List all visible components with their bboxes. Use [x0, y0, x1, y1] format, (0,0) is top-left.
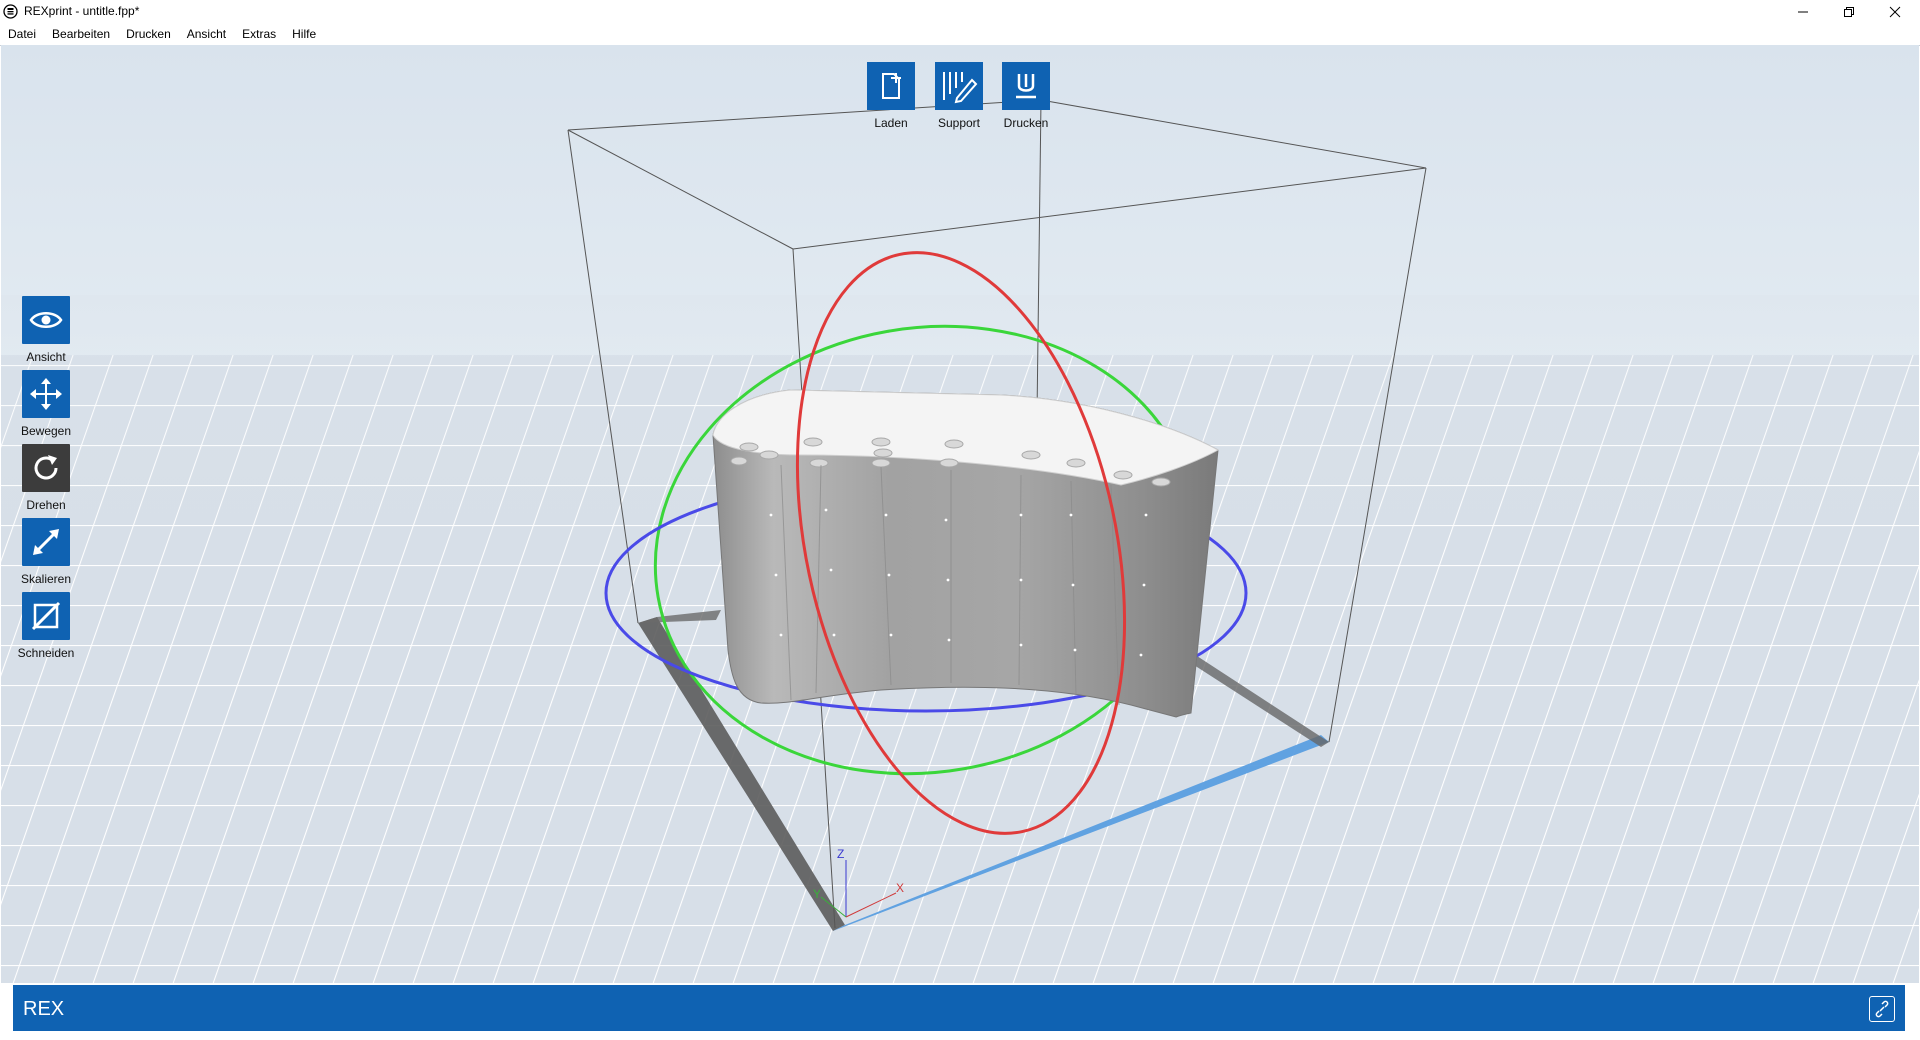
scale-button[interactable] — [22, 518, 70, 566]
link-button[interactable] — [1869, 996, 1895, 1022]
menu-extras[interactable]: Extras — [234, 27, 284, 41]
minimize-button[interactable] — [1780, 0, 1826, 23]
scene-canvas[interactable]: Z X Y — [1, 45, 1919, 983]
cut-label: Schneiden — [17, 646, 75, 660]
scale-label: Skalieren — [20, 572, 72, 586]
support-edit-icon — [943, 72, 978, 104]
rotate-tool[interactable]: Drehen — [15, 444, 77, 512]
restore-button[interactable] — [1826, 0, 1872, 23]
print-nozzle-icon — [1016, 74, 1036, 99]
view-tool[interactable]: Ansicht — [15, 296, 77, 364]
rotate-button[interactable] — [22, 444, 70, 492]
3d-viewport[interactable]: Z X Y Laden Support Drucken Ansicht Bewe… — [1, 45, 1919, 983]
rotate-label: Drehen — [26, 498, 66, 512]
menu-drucken[interactable]: Drucken — [118, 27, 179, 41]
close-button[interactable] — [1872, 0, 1918, 23]
move-arrows-icon — [30, 378, 62, 410]
support-label: Support — [937, 116, 981, 130]
cut-icon — [31, 601, 61, 631]
restore-icon — [1844, 6, 1854, 17]
cut-button[interactable] — [22, 592, 70, 640]
eye-icon — [29, 312, 63, 328]
scale-diagonal-icon — [33, 529, 59, 555]
print-button[interactable] — [1002, 62, 1050, 110]
move-tool[interactable]: Bewegen — [15, 370, 77, 438]
window-bottom-edge — [0, 1031, 1920, 1040]
load-button[interactable] — [867, 62, 915, 110]
view-button[interactable] — [22, 296, 70, 344]
menu-hilfe[interactable]: Hilfe — [284, 27, 324, 41]
move-button[interactable] — [22, 370, 70, 418]
title-bar: REXprint - untitle.fpp* — [0, 0, 1920, 23]
menu-datei[interactable]: Datei — [0, 27, 44, 41]
3d-model[interactable] — [712, 389, 1220, 718]
load-tool[interactable]: Laden — [856, 62, 926, 130]
menu-bearbeiten[interactable]: Bearbeiten — [44, 27, 118, 41]
link-icon — [1875, 1000, 1889, 1018]
support-button[interactable] — [935, 62, 983, 110]
status-bar: REX — [13, 985, 1905, 1031]
rotate-icon — [34, 455, 58, 480]
window-title: REXprint - untitle.fpp* — [24, 4, 140, 18]
print-tool[interactable]: Drucken — [991, 62, 1061, 130]
close-icon — [1889, 6, 1901, 17]
menu-bar: Datei Bearbeiten Drucken Ansicht Extras … — [0, 23, 1920, 46]
axis-label-z: Z — [837, 847, 844, 861]
axis-label-y: Y — [813, 887, 821, 901]
minimize-icon — [1798, 11, 1808, 12]
axis-label-x: X — [896, 881, 904, 895]
cut-tool[interactable]: Schneiden — [15, 592, 77, 660]
app-logo-icon — [3, 4, 18, 19]
file-plus-icon — [882, 73, 901, 99]
scale-tool[interactable]: Skalieren — [15, 518, 77, 586]
view-label: Ansicht — [26, 350, 66, 364]
load-label: Laden — [874, 116, 908, 130]
status-brand: REX — [23, 998, 65, 1020]
menu-ansicht[interactable]: Ansicht — [179, 27, 234, 41]
move-label: Bewegen — [20, 424, 72, 438]
print-label: Drucken — [1003, 116, 1049, 130]
support-tool[interactable]: Support — [924, 62, 994, 130]
